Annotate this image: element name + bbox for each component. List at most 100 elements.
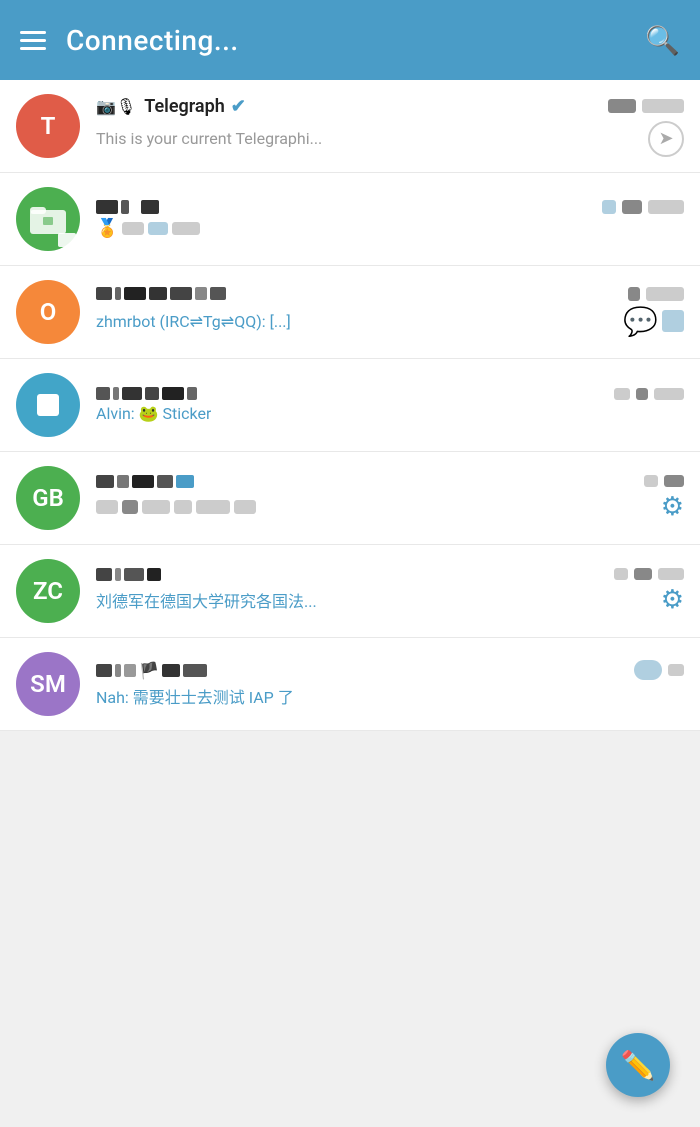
chat-name-row <box>96 475 644 488</box>
p1 <box>96 500 118 514</box>
t1 <box>644 475 658 487</box>
forward-button[interactable]: ➤ <box>648 121 684 157</box>
t3 <box>654 388 684 400</box>
chat-bottom-row: 刘德军在德国大学研究各国法... ⚙ <box>96 585 684 615</box>
chat-name <box>96 475 194 488</box>
avatar: T <box>16 94 80 158</box>
chat-bottom-row: This is your current Telegraphi... ➤ <box>96 121 684 157</box>
chat-item-3[interactable]: O <box>0 266 700 359</box>
chat-content: zhmrbot (IRC⇌Tg⇌QQ): [...] 💬 <box>96 287 684 338</box>
chat-top-row <box>96 287 684 301</box>
menu-button[interactable] <box>20 31 46 50</box>
chat-bottom-row: zhmrbot (IRC⇌Tg⇌QQ): [...] 💬 <box>96 305 684 338</box>
chat-content: 刘德军在德国大学研究各国法... ⚙ <box>96 568 684 615</box>
chat-content: 🏴 Nah: 需要壮士去测试 IAP 了 <box>96 660 684 708</box>
chat-name-row <box>96 200 602 214</box>
p6 <box>234 500 256 514</box>
unread-block <box>602 200 616 214</box>
chat-list: T 📷🎙 Telegraph ✔ This is your current T <box>0 80 700 731</box>
header-left: Connecting... <box>20 24 239 57</box>
chat-name: 🏴 <box>96 661 207 680</box>
header-title: Connecting... <box>66 24 239 57</box>
chat-item-telegraph[interactable]: T 📷🎙 Telegraph ✔ This is your current T <box>0 80 700 173</box>
chat-name <box>96 287 226 300</box>
search-icon[interactable]: 🔍 <box>645 24 680 57</box>
time-area <box>634 660 684 680</box>
icon-blue: ⚙ <box>661 585 684 615</box>
chat-content: 🏅 <box>96 200 684 239</box>
chat-top-row: 🏴 <box>96 660 684 680</box>
preview-block <box>122 222 144 235</box>
t2 <box>634 568 652 580</box>
chat-top-row <box>96 387 684 400</box>
time-area <box>608 99 684 113</box>
chat-name <box>96 387 197 400</box>
unread-badge <box>634 660 662 680</box>
p3 <box>142 500 170 514</box>
p4 <box>174 500 192 514</box>
chat-bottom-row: ⚙ <box>96 492 684 522</box>
time-area <box>644 475 684 487</box>
chat-name-row <box>96 568 614 581</box>
time-block2 <box>648 200 684 214</box>
app-header: Connecting... 🔍 <box>0 0 700 80</box>
chat-preview: 刘德军在德国大学研究各国法... <box>96 588 317 612</box>
time-block2 <box>642 99 684 113</box>
avatar-small <box>662 310 684 332</box>
chat-preview: Alvin: 🐸 Sticker <box>96 404 211 423</box>
time-area <box>614 388 684 400</box>
chat-item-5[interactable]: GB <box>0 452 700 545</box>
chat-top-row <box>96 568 684 581</box>
p5 <box>196 500 230 514</box>
avatar <box>16 187 80 251</box>
t1 <box>668 664 684 676</box>
time-block2 <box>646 287 684 301</box>
mute-camera-icon: 📷🎙 <box>96 97 136 116</box>
chat-item-6[interactable]: ZC 刘德军在德国大学研究各国法... <box>0 545 700 638</box>
chat-preview: zhmrbot (IRC⇌Tg⇌QQ): [...] <box>96 312 291 331</box>
message-icon: 💬 <box>623 305 658 338</box>
chat-name <box>96 568 161 581</box>
flag-icon: 🏴 <box>139 661 159 680</box>
t3 <box>658 568 684 580</box>
verified-badge: ✔ <box>231 96 246 117</box>
chat-name: Telegraph ✔ <box>144 96 246 117</box>
t2 <box>636 388 648 400</box>
avatar-icon <box>37 394 59 416</box>
chat-name <box>96 200 159 214</box>
chat-content: ⚙ <box>96 475 684 522</box>
preview-block2 <box>148 222 168 235</box>
chat-item-7[interactable]: SM 🏴 Nah <box>0 638 700 731</box>
avatar: O <box>16 280 80 344</box>
time-area <box>628 287 684 301</box>
chat-bottom-row: 🏅 <box>96 218 684 239</box>
time-block <box>628 287 640 301</box>
chat-bottom-row: Nah: 需要壮士去测试 IAP 了 <box>96 684 684 708</box>
chat-name-row <box>96 287 628 300</box>
chat-name-row: 📷🎙 Telegraph ✔ <box>96 96 608 117</box>
t1 <box>614 388 630 400</box>
chat-content: Alvin: 🐸 Sticker <box>96 387 684 423</box>
chat-preview: Nah: 需要壮士去测试 IAP 了 <box>96 684 294 708</box>
icon-blue: ⚙ <box>661 492 684 522</box>
chat-top-row <box>96 200 684 214</box>
time-block <box>608 99 636 113</box>
t1 <box>614 568 628 580</box>
chat-content: 📷🎙 Telegraph ✔ This is your current Tele… <box>96 96 684 157</box>
preview-block3 <box>172 222 200 235</box>
avatar: SM <box>16 652 80 716</box>
chat-name-row: 🏴 <box>96 661 634 680</box>
avatar: GB <box>16 466 80 530</box>
chat-name-row <box>96 387 614 400</box>
chat-item-4[interactable]: Alvin: 🐸 Sticker <box>0 359 700 452</box>
p2 <box>122 500 138 514</box>
chat-item-2[interactable]: 🏅 <box>0 173 700 266</box>
avatar <box>16 373 80 437</box>
time-area <box>614 568 684 580</box>
compose-button[interactable]: ✏️ <box>606 1033 670 1097</box>
chat-bottom-row: Alvin: 🐸 Sticker <box>96 404 684 423</box>
chat-top-row: 📷🎙 Telegraph ✔ <box>96 96 684 117</box>
time-area <box>602 200 684 214</box>
time-block <box>622 200 642 214</box>
chat-top-row <box>96 475 684 488</box>
